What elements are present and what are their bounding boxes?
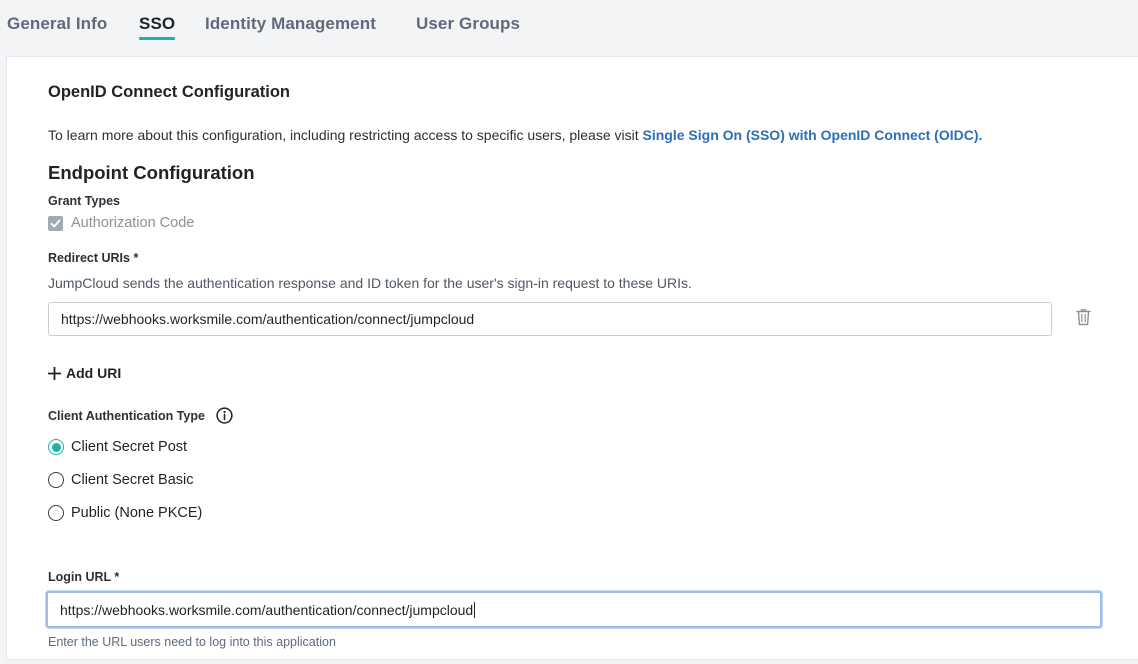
radio-public-none-pkce[interactable]: Public (None PKCE): [48, 505, 202, 521]
oidc-section-title: OpenID Connect Configuration: [48, 83, 290, 101]
tab-user-groups[interactable]: User Groups: [416, 14, 520, 34]
redirect-uri-value: https://webhooks.worksmile.com/authentic…: [61, 311, 475, 327]
add-uri-button[interactable]: Add URI: [48, 365, 121, 381]
login-url-value: https://webhooks.worksmile.com/authentic…: [60, 601, 474, 618]
info-icon[interactable]: [216, 407, 233, 424]
login-url-hint: Enter the URL users need to log into thi…: [48, 635, 336, 649]
redirect-uri-input[interactable]: https://webhooks.worksmile.com/authentic…: [48, 302, 1052, 336]
tab-sso[interactable]: SSO: [139, 14, 176, 40]
tab-identity-management[interactable]: Identity Management: [205, 14, 376, 34]
trash-icon[interactable]: [1076, 308, 1091, 331]
radio-client-secret-post[interactable]: Client Secret Post: [48, 439, 187, 455]
radio-label: Public (None PKCE): [71, 505, 203, 521]
radio-button[interactable]: [48, 439, 64, 455]
grant-types-label: Grant Types: [48, 194, 121, 208]
oidc-intro-text: To learn more about this configuration, …: [48, 127, 643, 143]
radio-button[interactable]: [48, 505, 64, 521]
client-auth-type-label: Client Authentication Type: [48, 408, 205, 423]
login-url-label: Login URL *: [48, 570, 120, 584]
radio-label: Client Secret Basic: [71, 472, 194, 488]
redirect-uris-label: Redirect URIs *: [48, 251, 139, 265]
tab-bar: General Info SSO Identity Management Use…: [0, 0, 1138, 56]
radio-button[interactable]: [48, 472, 64, 488]
grant-type-checkbox-label: Authorization Code: [71, 215, 195, 231]
radio-label: Client Secret Post: [71, 439, 188, 455]
sso-panel: OpenID Connect Configuration To learn mo…: [6, 56, 1138, 660]
plus-icon: [48, 366, 61, 380]
grant-type-checkbox: [48, 215, 63, 231]
oidc-docs-link[interactable]: Single Sign On (SSO) with OpenID Connect…: [643, 127, 983, 143]
client-auth-type-header: Client Authentication Type: [48, 407, 233, 424]
add-uri-label: Add URI: [66, 365, 122, 381]
login-url-input[interactable]: https://webhooks.worksmile.com/authentic…: [46, 591, 1102, 628]
endpoint-section-title: Endpoint Configuration: [48, 162, 255, 183]
check-icon: [50, 219, 61, 227]
tab-general-info[interactable]: General Info: [7, 14, 107, 34]
redirect-uris-help: JumpCloud sends the authentication respo…: [48, 275, 692, 291]
radio-client-secret-basic[interactable]: Client Secret Basic: [48, 472, 194, 488]
grant-type-authorization-code: Authorization Code: [48, 215, 194, 231]
oidc-intro: To learn more about this configuration, …: [48, 127, 982, 143]
text-caret: [474, 601, 476, 618]
